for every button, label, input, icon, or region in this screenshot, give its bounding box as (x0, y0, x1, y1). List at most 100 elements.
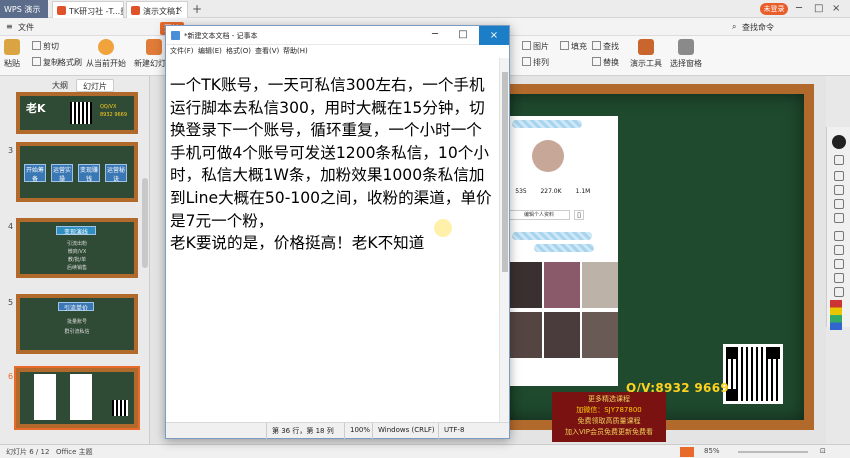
new-slide-icon (146, 39, 162, 55)
line-ending: Windows (CRLF) (378, 426, 435, 434)
picture-button[interactable]: 图片 (522, 41, 549, 52)
notepad-statusbar: 第 36 行，第 18 列 100% Windows (CRLF) UTF-8 (166, 422, 509, 439)
slide-thumb-5[interactable]: 引流单价 批量账号 群引流私信 (16, 294, 138, 354)
slide2-phone: 8932 9669 (100, 112, 128, 118)
menu-file[interactable]: 文件 (18, 22, 34, 33)
new-tab-icon[interactable]: + (192, 2, 202, 16)
doc-tab-presentation[interactable]: 演示文稿1 × (126, 1, 188, 18)
maximize-icon[interactable]: □ (814, 3, 823, 14)
zoom-level[interactable]: 85% (704, 447, 720, 455)
text-icon[interactable] (834, 231, 844, 241)
slide-number: 5 (8, 298, 14, 307)
cut-button[interactable]: 剪切 (32, 41, 59, 52)
slide-thumb-2[interactable]: 老K QQ/VX 8932 9669 (16, 92, 138, 134)
find-button[interactable]: 查找 (592, 41, 619, 52)
slide-number: 4 (8, 222, 14, 231)
slide-thumb-6[interactable] (14, 366, 140, 430)
qr-code (723, 344, 783, 404)
paste-icon (4, 39, 20, 55)
slide-thumb-4[interactable]: 变现演线 引流出粉 微商/VX 教/批/单 后续销售 (16, 218, 138, 278)
promo-banner: 更多精选课程 加微信：SJY787800 免费领取高质量课程 加入VIP会员免费… (552, 392, 666, 442)
tab-outline[interactable]: 大纲 (46, 79, 74, 92)
camera-icon[interactable] (834, 273, 844, 283)
select-pane-icon (678, 39, 694, 55)
select-pane-label: 选择窗格 (670, 59, 702, 68)
picture-label: 图片 (533, 42, 549, 51)
minimize-icon[interactable]: ─ (423, 29, 447, 40)
ppt-icon (131, 6, 140, 15)
arrange-button[interactable]: 排列 (522, 57, 549, 68)
eye-icon[interactable] (834, 155, 844, 165)
slide-number: 6 (8, 372, 14, 381)
close-window-icon[interactable]: × (832, 3, 840, 14)
slide-panel-scrollbar[interactable] (142, 178, 148, 268)
scissors-icon (32, 41, 41, 50)
menu-help[interactable]: 帮助(H) (283, 46, 308, 56)
scroll-thumb[interactable] (502, 72, 508, 272)
present-tools-button[interactable]: 演示工具 (630, 39, 662, 69)
color-palette[interactable] (830, 300, 842, 330)
menu-edit[interactable]: 编辑(E) (198, 46, 222, 56)
search-icon[interactable]: ⌕ (732, 22, 736, 32)
fill-label: 填充 (571, 42, 587, 51)
replace-label: 替换 (603, 58, 619, 67)
qr-code (70, 102, 92, 124)
tab-slides[interactable]: 幻灯片 (76, 79, 114, 92)
slide5-title: 引流单价 (58, 302, 94, 312)
shape-icon[interactable] (834, 245, 844, 255)
close-icon[interactable]: × (479, 26, 509, 45)
from-current-button[interactable]: 从当前开始 (86, 39, 126, 69)
login-button[interactable]: 未登录 (760, 3, 788, 15)
copy-button[interactable]: 复制 (32, 57, 59, 68)
stat-value: 535 (515, 188, 527, 195)
avatar (532, 140, 564, 172)
search-command[interactable]: 查找命令 (742, 22, 774, 33)
play-slideshow-icon[interactable] (680, 447, 694, 457)
cursor-icon[interactable] (834, 171, 844, 181)
marker-icon[interactable] (834, 213, 844, 223)
screenshot-icon[interactable] (834, 287, 844, 297)
promo-line: 免费领取高质量课程 (577, 417, 641, 425)
notepad-text-area[interactable]: 一个TK账号，一天可私信300左右，一个手机运行脚本去私信300，用时大概在15… (170, 74, 492, 424)
minimize-icon[interactable]: ─ (796, 3, 802, 14)
fill-button[interactable]: 填充 (560, 41, 587, 52)
maximize-icon[interactable]: □ (451, 29, 475, 40)
zoom-slider[interactable] (738, 451, 808, 453)
play-icon (98, 39, 114, 55)
blurred-bar (512, 232, 592, 240)
menu-file[interactable]: 文件(F) (170, 46, 194, 56)
menu-format[interactable]: 格式(O) (226, 46, 251, 56)
pen-icon[interactable] (834, 185, 844, 195)
fill-icon (560, 41, 569, 50)
doc-tab-tk[interactable]: TK研习社 -T...量分析和赚钱方向 (52, 1, 124, 18)
menu-hamburger-icon[interactable]: ≡ (6, 22, 13, 31)
find-label: 查找 (603, 42, 619, 51)
slide3-box: 运营实操 (51, 164, 73, 183)
paste-button[interactable]: 粘贴 (4, 39, 20, 69)
stat-value: 1.1M (575, 188, 591, 195)
replace-button[interactable]: 替换 (592, 57, 619, 68)
close-icon[interactable]: × (175, 5, 183, 15)
video-thumb (544, 262, 580, 308)
slide-thumb-3[interactable]: 开始筹备 运营实操 变现赚钱 运营秘诀 (16, 142, 138, 202)
notepad-icon (171, 31, 180, 40)
theme-name: Office 主题 (56, 448, 93, 456)
notepad-scrollbar[interactable] (499, 58, 509, 424)
notepad-title: *新建文本文档 - 记事本 (184, 32, 258, 40)
edit-profile-button: 编辑个人资料 (508, 210, 570, 220)
app-tab[interactable]: WPS 演示 (0, 0, 48, 18)
arrange-icon (522, 57, 531, 66)
select-pane-button[interactable]: 选择窗格 (670, 39, 702, 69)
picture-icon (522, 41, 531, 50)
find-icon (592, 41, 601, 50)
eraser-icon[interactable] (834, 199, 844, 209)
qr-code (112, 400, 128, 416)
fit-icon[interactable]: ⊡ (820, 447, 826, 455)
stat-likes: 1.1M (568, 188, 598, 195)
format-painter-button[interactable]: 格式刷 (58, 57, 82, 68)
location-icon[interactable] (832, 135, 846, 149)
menu-view[interactable]: 查看(V) (255, 46, 279, 56)
notepad-titlebar: *新建文本文档 - 记事本 ─ □ × (166, 26, 509, 45)
delete-icon[interactable] (834, 259, 844, 269)
slide3-box: 运营秘诀 (105, 164, 127, 183)
